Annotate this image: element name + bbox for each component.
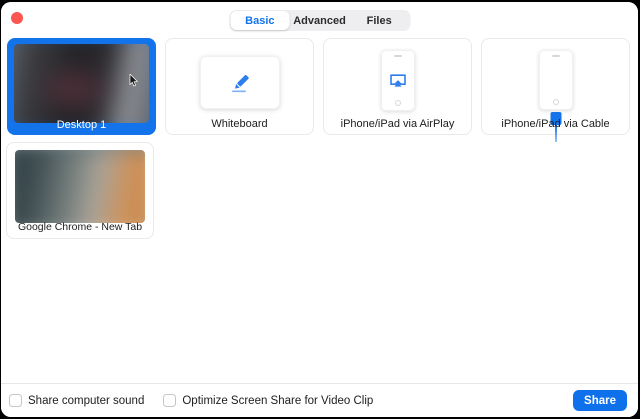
blurred-window-preview: [15, 150, 145, 223]
footer-bar: Share computer sound Optimize Screen Sha…: [1, 383, 638, 417]
whiteboard-preview-card: [199, 56, 280, 109]
share-tile-desktop-1[interactable]: Desktop 1: [7, 38, 156, 135]
share-tile-iphone-cable[interactable]: iPhone/iPad via Cable: [481, 38, 630, 142]
phone-home-button: [394, 100, 401, 106]
close-window-button[interactable]: [11, 12, 23, 24]
share-tile-whiteboard[interactable]: Whiteboard: [165, 38, 314, 135]
share-tile-google-chrome[interactable]: Google Chrome - New Tab: [6, 142, 154, 239]
phone-home-button: [552, 99, 559, 105]
optimize-video-clip-checkbox[interactable]: [163, 394, 177, 407]
tab-files[interactable]: Files: [349, 11, 409, 30]
screen-share-picker-window: Basic Advanced Files Desktop 1 Whiteboar…: [1, 2, 638, 417]
pencil-icon: [231, 74, 249, 92]
phone-speaker: [551, 55, 560, 57]
tab-advanced[interactable]: Advanced: [290, 11, 350, 30]
share-option-label: Whiteboard: [211, 118, 268, 130]
share-computer-sound-checkbox[interactable]: [9, 394, 22, 407]
share-computer-sound-option: Share computer sound: [9, 394, 144, 407]
titlebar: Basic Advanced Files: [1, 2, 638, 34]
share-option-label: iPhone/iPad via Cable: [501, 118, 610, 130]
share-computer-sound-label: Share computer sound: [28, 394, 145, 407]
mouse-cursor-icon: [129, 74, 139, 87]
airplay-glyph-icon: [389, 73, 406, 87]
iphone-airplay-icon: [380, 50, 415, 111]
share-option-label: iPhone/iPad via AirPlay: [340, 118, 455, 130]
share-button[interactable]: Share: [573, 390, 627, 411]
optimize-video-clip-option: Optimize Screen Share for Video Clip: [163, 394, 373, 407]
share-option-label: Google Chrome - New Tab: [17, 221, 143, 233]
share-mode-tabs: Basic Advanced Files: [229, 10, 410, 31]
share-tile-iphone-airplay[interactable]: iPhone/iPad via AirPlay: [323, 38, 472, 135]
chrome-window-thumbnail: [15, 150, 145, 223]
share-option-label: Desktop 1: [56, 119, 107, 131]
iphone-cable-icon: [538, 50, 573, 110]
phone-speaker: [393, 55, 402, 57]
tab-basic[interactable]: Basic: [230, 11, 290, 30]
optimize-video-clip-label: Optimize Screen Share for Video Clip: [182, 394, 374, 407]
